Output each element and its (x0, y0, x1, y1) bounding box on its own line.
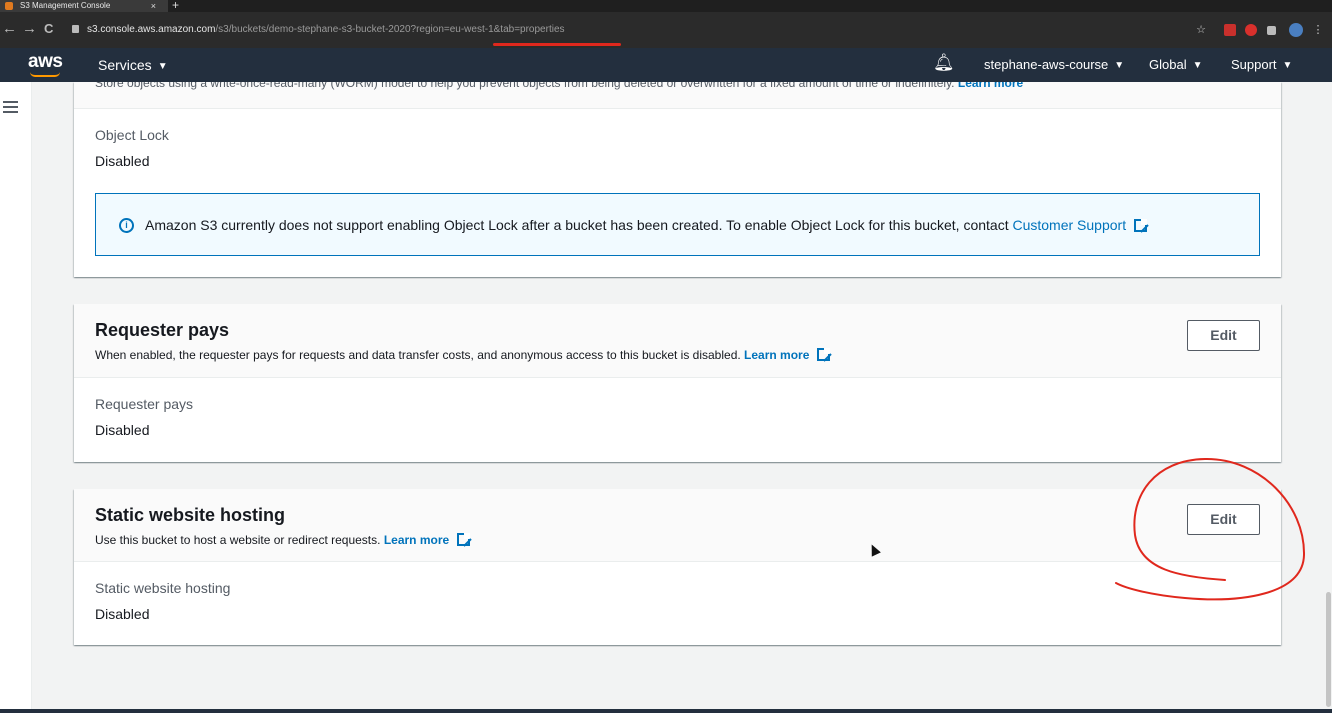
side-navigation-rail (0, 82, 32, 713)
browser-tab[interactable]: S3 Management Console × (0, 0, 168, 12)
extensions-puzzle-icon[interactable] (1267, 26, 1276, 35)
close-tab-icon[interactable]: × (151, 0, 156, 12)
static-website-hosting-header: Static website hosting Use this bucket t… (74, 489, 1281, 562)
browser-tab-title: S3 Management Console (20, 1, 111, 10)
caret-down-icon: ▼ (1282, 60, 1293, 71)
red-circle-annotation (1115, 457, 1306, 601)
object-lock-field-label: Object Lock (95, 127, 169, 143)
bookmark-star-icon[interactable]: ☆ (1195, 24, 1207, 36)
support-menu[interactable]: Support ▼ (1231, 57, 1292, 74)
page-scrollbar[interactable] (1324, 82, 1332, 713)
aws-header: aws Services ▼ 🔔︎ stephane-aws-course ▼ Gl… (0, 48, 1332, 82)
requester-pays-edit-button[interactable]: Edit (1187, 320, 1260, 351)
object-lock-description: Store objects using a write-once-read-ma… (95, 82, 1195, 94)
static-website-hosting-title: Static website hosting (95, 505, 286, 525)
external-link-icon (457, 533, 471, 546)
static-website-hosting-learn-more-link[interactable]: Learn more (383, 533, 471, 547)
notifications-bell-icon[interactable]: 🔔︎ (933, 54, 955, 71)
url-path: /s3/buckets/demo-stephane-s3-bucket-2020… (215, 24, 565, 35)
requester-pays-header: Requester pays When enabled, the request… (74, 304, 1281, 378)
info-icon: i (119, 218, 134, 233)
requester-pays-description: When enabled, the requester pays for req… (95, 348, 831, 362)
back-icon[interactable]: ← (2, 20, 17, 38)
hamburger-menu-icon[interactable] (3, 101, 18, 113)
aws-logo[interactable]: aws (28, 51, 63, 73)
object-lock-field-value: Disabled (95, 153, 150, 169)
address-bar[interactable]: s3.console.aws.amazon.com/s3/buckets/dem… (87, 23, 565, 37)
account-menu[interactable]: stephane-aws-course ▼ (984, 57, 1124, 74)
region-menu[interactable]: Global ▼ (1149, 57, 1202, 74)
object-lock-learn-more-link[interactable]: Learn more (958, 82, 1023, 90)
services-menu[interactable]: Services ▼ (98, 57, 168, 75)
external-link-icon (1134, 219, 1148, 232)
info-alert-text: Amazon S3 currently does not support ena… (145, 217, 1148, 233)
profile-avatar-icon[interactable] (1289, 23, 1303, 37)
caret-down-icon: ▼ (1114, 60, 1125, 71)
new-tab-icon[interactable]: + (172, 0, 179, 12)
requester-pays-description-text: When enabled, the requester pays for req… (95, 348, 741, 362)
extension-calendar-icon[interactable] (1224, 24, 1236, 36)
customer-support-link-label: Customer Support (1012, 217, 1127, 233)
requester-pays-panel: Requester pays When enabled, the request… (74, 304, 1281, 462)
customer-support-link[interactable]: Customer Support (1012, 217, 1148, 233)
browser-tab-strip: S3 Management Console × + (0, 0, 1332, 12)
requester-pays-learn-more-link[interactable]: Learn more (744, 348, 831, 362)
aws-smile-icon (30, 72, 60, 77)
browser-toolbar: ← → C s3.console.aws.amazon.com/s3/bucke… (0, 12, 1332, 48)
scrollbar-thumb[interactable] (1326, 592, 1331, 707)
object-lock-info-alert: i Amazon S3 currently does not support e… (95, 193, 1260, 256)
caret-down-icon: ▼ (1192, 60, 1203, 71)
browser-menu-icon[interactable]: ⋮ (1312, 24, 1324, 36)
object-lock-panel: Object Lock Disabled i Amazon S3 current… (74, 82, 1281, 277)
services-label: Services (98, 57, 152, 73)
requester-pays-learn-more-label: Learn more (744, 348, 810, 362)
static-website-hosting-description: Use this bucket to host a website or red… (95, 533, 471, 547)
static-website-hosting-description-text: Use this bucket to host a website or red… (95, 533, 381, 547)
info-alert-message: Amazon S3 currently does not support ena… (145, 217, 1009, 233)
requester-pays-field-value: Disabled (95, 422, 150, 438)
static-website-hosting-field-label: Static website hosting (95, 580, 231, 596)
forward-icon[interactable]: → (22, 20, 37, 38)
url-underline-annotation (493, 43, 621, 46)
lock-icon (72, 25, 79, 33)
static-website-hosting-panel: Static website hosting Use this bucket t… (74, 489, 1281, 645)
support-label: Support (1231, 57, 1277, 72)
url-host: s3.console.aws.amazon.com (87, 24, 216, 35)
adblock-extension-icon[interactable] (1245, 24, 1257, 36)
region-label: Global (1149, 57, 1187, 72)
aws-favicon-icon (5, 2, 13, 10)
account-label: stephane-aws-course (984, 57, 1109, 72)
caret-down-icon: ▼ (157, 61, 168, 72)
reload-icon[interactable]: C (44, 20, 53, 38)
external-link-icon (817, 348, 831, 361)
object-lock-description-text: Store objects using a write-once-read-ma… (95, 82, 955, 90)
bottom-footer-strip (0, 709, 1332, 713)
requester-pays-title: Requester pays (95, 320, 230, 340)
static-website-hosting-learn-more-label: Learn more (383, 533, 450, 547)
requester-pays-field-label: Requester pays (95, 396, 194, 412)
static-website-hosting-field-value: Disabled (95, 606, 150, 622)
